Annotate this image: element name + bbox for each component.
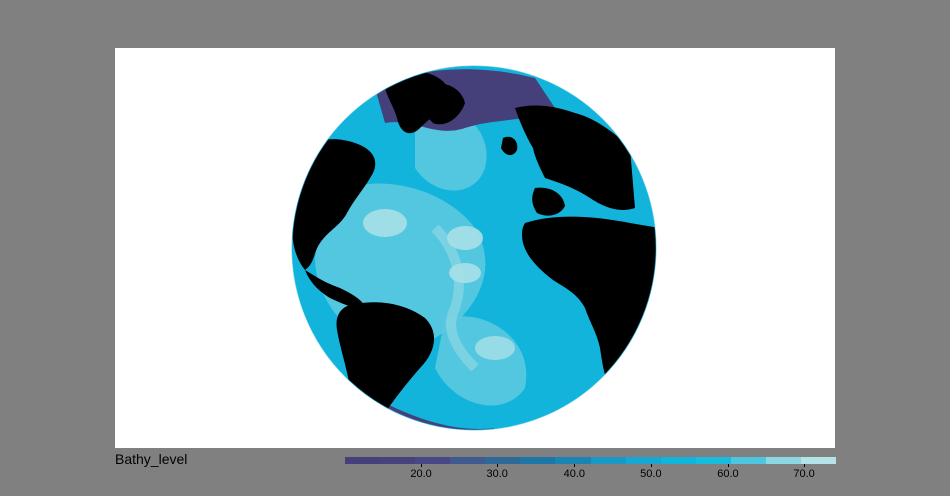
colorbar-tick-mark (421, 464, 423, 467)
colorbar-segment (555, 457, 591, 464)
globe-map (291, 65, 657, 431)
colorbar-segment (765, 457, 802, 464)
colorbar-tick-mark (727, 464, 729, 467)
colorbar-segment (625, 457, 661, 464)
colorbar-segment (801, 457, 837, 464)
colorbar-segment (695, 457, 731, 464)
colorbar-variable-label: Bathy_level (115, 451, 188, 467)
ridge-patch (449, 263, 481, 283)
colorbar-segment (345, 457, 381, 464)
colorbar-segment (730, 457, 766, 464)
colorbar-tick-label: 70.0 (793, 468, 815, 480)
ridge-patch (475, 336, 515, 360)
colorbar-segment (380, 457, 416, 464)
colorbar-tick-mark (497, 464, 499, 467)
colorbar-tick-label: 20.0 (410, 468, 432, 480)
ridge-patch (363, 209, 407, 237)
colorbar-segment (450, 457, 486, 464)
colorbar-tick-mark (574, 464, 576, 467)
colorbar-segment (660, 457, 696, 464)
map-panel (115, 48, 835, 448)
colorbar-tick-label: 30.0 (486, 468, 508, 480)
colorbar-ticks: 20.0 30.0 40.0 50.0 60.0 70.0 (345, 464, 836, 484)
colorbar-segment (590, 457, 626, 464)
colorbar-tick-label: 50.0 (640, 468, 662, 480)
colorbar-tick-label: 40.0 (563, 468, 586, 480)
colorbar-segment (485, 457, 521, 464)
colorbar-segment (520, 457, 556, 464)
colorbar-tick-mark (804, 464, 806, 467)
colorbar-segment (415, 457, 451, 464)
ridge-patch (447, 226, 483, 250)
colorbar-tick-label: 60.0 (717, 468, 739, 480)
colorbar (345, 457, 837, 464)
colorbar-tick-mark (650, 464, 652, 467)
